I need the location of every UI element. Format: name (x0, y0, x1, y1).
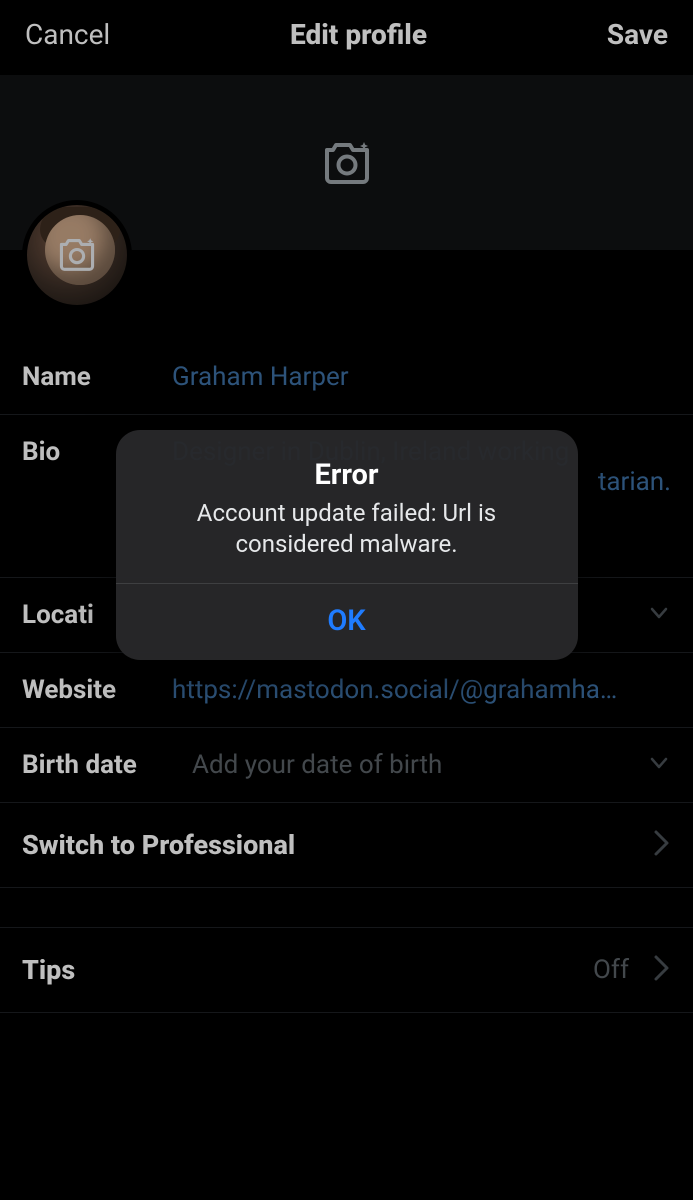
alert-message: Account update failed: Url is considered… (146, 498, 548, 559)
alert-title: Error (146, 458, 548, 492)
alert-ok-button[interactable]: OK (116, 584, 578, 660)
alert-body: Error Account update failed: Url is cons… (116, 430, 578, 583)
error-alert: Error Account update failed: Url is cons… (116, 430, 578, 660)
